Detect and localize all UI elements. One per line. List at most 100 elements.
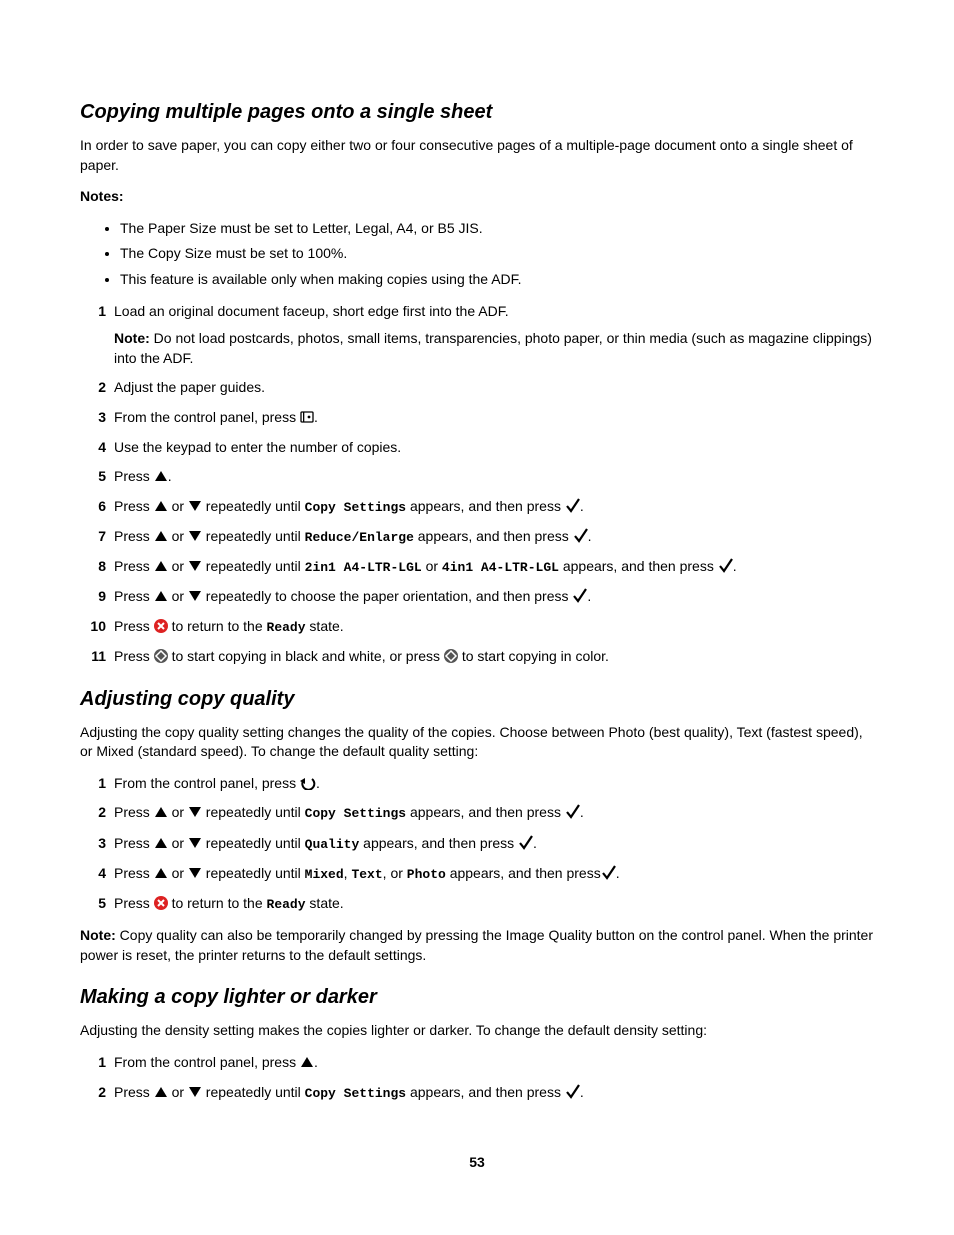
down-arrow-icon <box>188 589 202 603</box>
down-arrow-icon <box>188 529 202 543</box>
step-text: Press <box>114 498 154 514</box>
up-arrow-icon <box>154 529 168 543</box>
step-text: appears, and then press <box>406 804 565 820</box>
step-text: . <box>314 1054 318 1070</box>
step-text: or <box>422 558 442 574</box>
menu-label: Mixed <box>305 867 344 882</box>
step-text: or <box>168 1084 188 1100</box>
step-text: Use the keypad to enter the number of co… <box>114 439 401 455</box>
step-text: . <box>168 468 172 484</box>
step-text: repeatedly until <box>202 865 305 881</box>
check-icon <box>601 865 616 880</box>
step-text: Load an original document faceup, short … <box>114 303 509 319</box>
step-text: From the control panel, press <box>114 775 300 791</box>
step-text: . <box>588 528 592 544</box>
step-text: . <box>314 409 318 425</box>
step-text: Press <box>114 468 154 484</box>
step-text: Press <box>114 1084 154 1100</box>
down-arrow-icon <box>188 559 202 573</box>
up-arrow-icon <box>154 836 168 850</box>
start-bw-icon <box>154 649 168 663</box>
step-text: repeatedly until <box>202 835 305 851</box>
down-arrow-icon <box>188 1085 202 1099</box>
step-text: to return to the <box>168 618 267 634</box>
section1-steps: 1 Load an original document faceup, shor… <box>80 302 874 667</box>
step-text: to return to the <box>168 895 267 911</box>
step-text: or <box>168 588 188 604</box>
check-icon <box>565 498 580 513</box>
check-icon <box>518 835 533 850</box>
menu-label: Copy Settings <box>305 806 406 821</box>
step-text: Press <box>114 528 154 544</box>
section3-heading: Making a copy lighter or darker <box>80 983 874 1011</box>
step-text: or <box>168 865 188 881</box>
step-text: . <box>533 835 537 851</box>
step-text: to start copying in color. <box>458 648 609 664</box>
state-label: Ready <box>267 897 306 912</box>
section1-heading: Copying multiple pages onto a single she… <box>80 98 874 126</box>
step-text: appears, and then press <box>414 528 573 544</box>
step-text: Press <box>114 558 154 574</box>
step-text: state. <box>306 895 344 911</box>
step-text: appears, and then press <box>406 1084 565 1100</box>
notes-label: Notes: <box>80 187 874 207</box>
note-text: Do not load postcards, photos, small ite… <box>114 330 872 366</box>
step-text: . <box>733 558 737 574</box>
step-text: . <box>580 1084 584 1100</box>
step-text: . <box>587 588 591 604</box>
menu-label: Text <box>351 867 382 882</box>
check-icon <box>572 588 587 603</box>
up-arrow-icon <box>154 469 168 483</box>
section3-intro: Adjusting the density setting makes the … <box>80 1021 874 1041</box>
note-text: Copy quality can also be temporarily cha… <box>80 927 873 963</box>
step-text: state. <box>306 618 344 634</box>
note-item: The Copy Size must be set to 100%. <box>120 244 874 264</box>
up-arrow-icon <box>154 805 168 819</box>
stop-icon <box>154 896 168 910</box>
step-text: Press <box>114 618 154 634</box>
menu-label: Reduce/Enlarge <box>305 530 414 545</box>
step-text: or <box>168 498 188 514</box>
step-text: Press <box>114 835 154 851</box>
step-text: repeatedly until <box>202 558 305 574</box>
up-arrow-icon <box>154 866 168 880</box>
stop-icon <box>154 619 168 633</box>
section2-footnote: Note: Copy quality can also be temporari… <box>80 926 874 965</box>
check-icon <box>565 804 580 819</box>
step-text: repeatedly to choose the paper orientati… <box>202 588 572 604</box>
step-text: or <box>168 558 188 574</box>
menu-label: Copy Settings <box>305 1086 406 1101</box>
step-text: From the control panel, press <box>114 1054 300 1070</box>
step-text: appears, and then press <box>359 835 518 851</box>
step-text: Press <box>114 804 154 820</box>
menu-label: 4in1 A4-LTR-LGL <box>442 560 559 575</box>
menu-label: 2in1 A4-LTR-LGL <box>305 560 422 575</box>
step-text: repeatedly until <box>202 498 305 514</box>
notes-list: The Paper Size must be set to Letter, Le… <box>80 219 874 290</box>
note-item: This feature is available only when maki… <box>120 270 874 290</box>
step-text: . <box>580 804 584 820</box>
note-label: Note: <box>114 330 150 346</box>
start-color-icon <box>444 649 458 663</box>
step-text: appears, and then press <box>559 558 718 574</box>
down-arrow-icon <box>188 836 202 850</box>
step-text: . <box>616 865 620 881</box>
step-text: . <box>316 775 320 791</box>
step-text: From the control panel, press <box>114 409 300 425</box>
step-text: or <box>168 804 188 820</box>
up-arrow-icon <box>154 559 168 573</box>
note-label: Note: <box>80 927 116 943</box>
check-icon <box>718 558 733 573</box>
up-arrow-icon <box>300 1055 314 1069</box>
menu-label: Copy Settings <box>305 500 406 515</box>
step-text: Press <box>114 588 154 604</box>
up-arrow-icon <box>154 1085 168 1099</box>
back-icon <box>300 776 316 790</box>
menu-label: Quality <box>305 837 360 852</box>
page-number: 53 <box>80 1153 874 1173</box>
step-text: repeatedly until <box>202 804 305 820</box>
step-text: Press <box>114 865 154 881</box>
step-text: appears, and then press <box>406 498 565 514</box>
step-text: appears, and then press <box>446 865 601 881</box>
menu-label: Photo <box>407 867 446 882</box>
